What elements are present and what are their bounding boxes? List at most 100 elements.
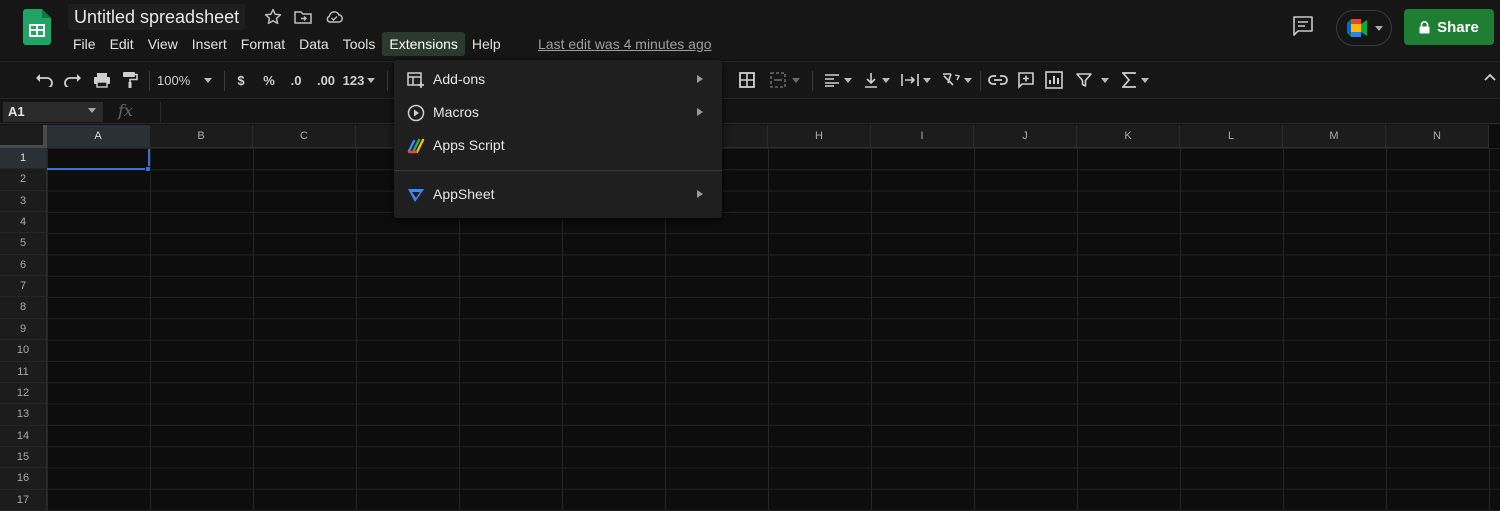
collapse-menus-icon[interactable] <box>1483 70 1497 84</box>
align-bottom-icon <box>865 73 877 88</box>
sheets-logo-icon[interactable] <box>23 9 51 45</box>
column-header[interactable]: L <box>1180 125 1283 148</box>
row-header[interactable]: 2 <box>0 169 47 191</box>
increase-decimal-button[interactable]: .00 <box>313 62 339 98</box>
column-header[interactable]: A <box>47 125 150 148</box>
decrease-decimal-button[interactable]: .0 <box>285 62 307 98</box>
row-header[interactable]: 16 <box>0 468 47 490</box>
row-header[interactable]: 15 <box>0 446 47 469</box>
active-cell-a1[interactable] <box>47 149 150 170</box>
menu-help[interactable]: Help <box>465 32 508 56</box>
column-header[interactable]: K <box>1077 125 1180 148</box>
toolbar-divider <box>149 71 150 91</box>
filter-icon[interactable] <box>1073 62 1095 98</box>
more-formats-button[interactable]: 123 <box>341 62 377 98</box>
insert-comment-icon[interactable] <box>1015 62 1037 98</box>
comments-icon[interactable] <box>1291 14 1315 38</box>
row-header[interactable]: 1 <box>0 148 47 170</box>
apps-script-icon <box>407 138 425 154</box>
column-header[interactable]: N <box>1386 125 1489 148</box>
menu-item-appsheet[interactable]: AppSheet <box>394 178 722 210</box>
filter-views-dropdown[interactable] <box>1099 62 1111 98</box>
select-all-corner[interactable] <box>0 125 47 148</box>
formula-bar: A1 fx <box>0 100 1500 124</box>
meet-button[interactable] <box>1336 10 1392 46</box>
title-bar: Untitled spreadsheet File Edit View Inse… <box>0 0 1500 60</box>
submenu-arrow-icon <box>697 108 703 116</box>
menu-item-add-ons[interactable]: Add-ons <box>394 63 722 95</box>
horizontal-align-button[interactable] <box>820 62 856 98</box>
row-header[interactable]: 17 <box>0 489 47 511</box>
row-header[interactable]: 3 <box>0 190 47 213</box>
row-header[interactable]: 8 <box>0 297 47 319</box>
text-rotation-button[interactable] <box>940 62 974 98</box>
column-header[interactable]: H <box>768 125 871 148</box>
print-icon[interactable] <box>90 62 114 98</box>
row-header[interactable]: 12 <box>0 382 47 405</box>
appsheet-icon <box>408 189 424 202</box>
currency-format-button[interactable]: $ <box>232 62 250 98</box>
merge-cells-icon <box>770 72 786 88</box>
row-header[interactable]: 10 <box>0 340 47 362</box>
submenu-arrow-icon <box>697 190 703 198</box>
menu-file[interactable]: File <box>66 32 103 56</box>
column-header[interactable]: J <box>974 125 1077 148</box>
chevron-down-icon <box>923 77 931 83</box>
text-wrapping-button[interactable] <box>899 62 933 98</box>
chevron-down-icon <box>882 77 890 83</box>
menu-data[interactable]: Data <box>292 32 336 56</box>
appsheet-label: AppSheet <box>433 186 495 202</box>
menu-view[interactable]: View <box>141 32 185 56</box>
menu-item-apps-script[interactable]: Apps Script <box>394 129 722 161</box>
percent-format-button[interactable]: % <box>259 62 279 98</box>
share-label: Share <box>1437 18 1479 36</box>
borders-icon[interactable] <box>736 62 758 98</box>
column-header[interactable]: I <box>871 125 974 148</box>
fill-handle[interactable] <box>145 166 151 172</box>
column-header[interactable]: C <box>253 125 356 148</box>
row-header[interactable]: 7 <box>0 276 47 298</box>
column-header[interactable]: B <box>150 125 253 148</box>
zoom-select[interactable]: 100% <box>157 62 219 98</box>
macros-icon <box>407 104 425 122</box>
insert-link-icon[interactable] <box>987 62 1009 98</box>
lock-icon <box>1419 20 1430 33</box>
last-edit-link[interactable]: Last edit was 4 minutes ago <box>538 36 712 52</box>
row-header[interactable]: 9 <box>0 318 47 341</box>
text-wrap-icon <box>901 74 919 86</box>
formula-input[interactable] <box>160 102 1490 122</box>
chevron-down-icon <box>204 77 213 83</box>
menu-extensions[interactable]: Extensions <box>382 32 465 56</box>
menu-edit[interactable]: Edit <box>103 32 141 56</box>
row-header[interactable]: 14 <box>0 425 47 447</box>
menu-tools[interactable]: Tools <box>336 32 383 56</box>
row-header[interactable]: 6 <box>0 254 47 277</box>
document-title[interactable]: Untitled spreadsheet <box>68 4 246 30</box>
redo-icon[interactable] <box>61 62 85 98</box>
menu-format[interactable]: Format <box>234 32 292 56</box>
merge-cells-button[interactable] <box>765 62 805 98</box>
cell-area[interactable] <box>47 148 1500 511</box>
insert-chart-icon[interactable] <box>1043 62 1065 98</box>
share-button[interactable]: Share <box>1404 9 1494 45</box>
chevron-down-icon[interactable] <box>88 108 96 113</box>
undo-icon[interactable] <box>32 62 56 98</box>
row-header[interactable]: 5 <box>0 233 47 255</box>
cloud-status-icon[interactable] <box>324 7 344 27</box>
star-icon[interactable] <box>263 7 283 27</box>
paint-format-icon[interactable] <box>118 62 142 98</box>
vertical-align-button[interactable] <box>861 62 893 98</box>
row-header[interactable]: 4 <box>0 212 47 234</box>
column-header[interactable]: M <box>1283 125 1386 148</box>
chevron-down-icon <box>1101 77 1109 83</box>
functions-button[interactable] <box>1119 62 1151 98</box>
text-rotation-icon <box>943 73 960 86</box>
toolbar-divider <box>224 71 225 91</box>
meet-icon <box>1347 19 1367 37</box>
menu-insert[interactable]: Insert <box>185 32 234 56</box>
move-folder-icon[interactable] <box>293 7 313 27</box>
toolbar-divider <box>387 71 388 91</box>
menu-item-macros[interactable]: Macros <box>394 96 722 128</box>
row-header[interactable]: 13 <box>0 404 47 426</box>
row-header[interactable]: 11 <box>0 361 47 383</box>
